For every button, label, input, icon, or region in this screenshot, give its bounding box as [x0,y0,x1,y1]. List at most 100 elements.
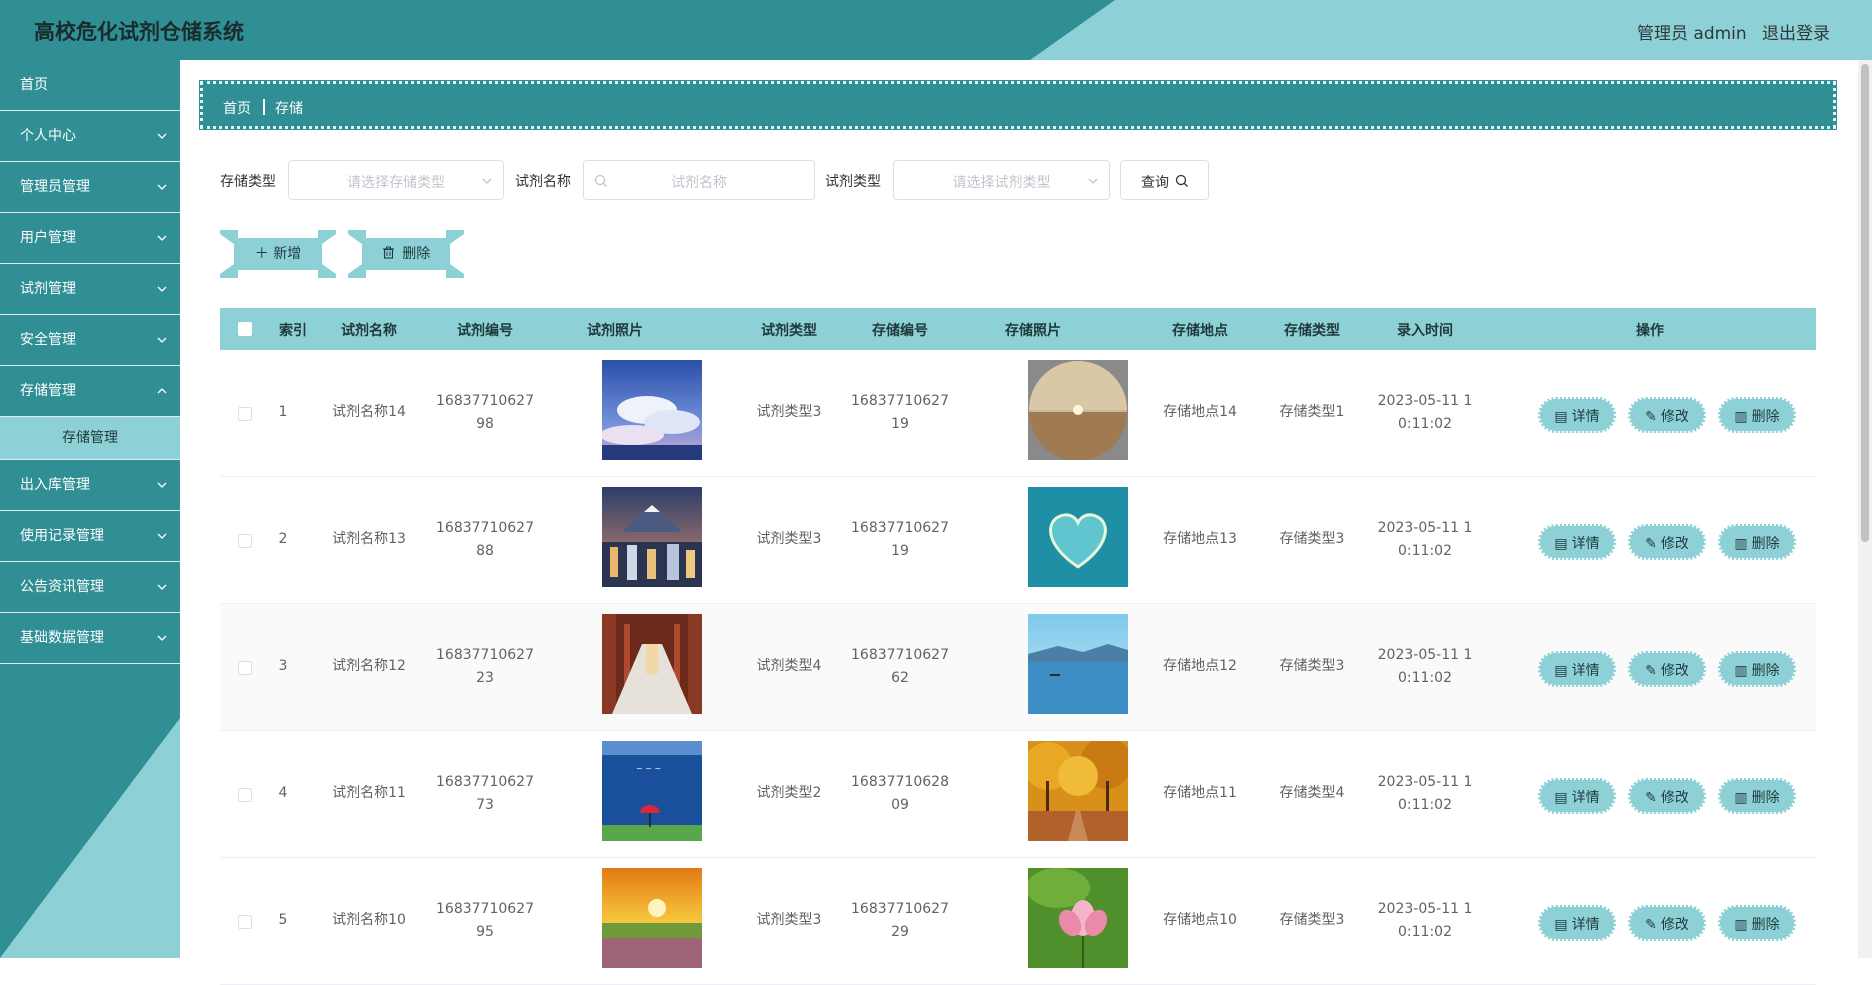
table-row: 4 试剂名称11 16837710627 73 ~ ~ ~ 试剂类型2 16837… [220,731,1816,858]
delete-button[interactable]: 删除 [348,230,464,278]
chevron-down-icon [157,635,167,641]
sidebar-item-profile[interactable]: 个人中心 [0,111,180,162]
reagent-type-select[interactable]: 请选择试剂类型 [893,160,1110,200]
edit-button[interactable]: ✎ 修改 [1627,777,1707,815]
cell-storage-type: 存储类型3 [1279,531,1345,547]
cell-location: 存储地点12 [1163,658,1237,674]
sidebar-item-admins[interactable]: 管理员管理 [0,162,180,213]
cell-reagent-type: 试剂类型3 [756,531,822,547]
row-checkbox[interactable] [238,407,252,421]
row-checkbox[interactable] [238,788,252,802]
time-line: 2023-05-11 1 [1377,647,1473,663]
cell-entry-time: 2023-05-11 1 0:11:02 [1370,390,1480,436]
header-entry-time: 录入时间 [1397,323,1453,339]
breadcrumb-home[interactable]: 首页 [223,98,251,118]
code-line: 73 [476,797,494,813]
time-line: 0:11:02 [1398,924,1452,940]
code-line: 29 [891,924,909,940]
code-line: 16837710627 [851,393,949,409]
edit-button[interactable]: ✎ 修改 [1627,904,1707,942]
code-line: 09 [891,797,909,813]
storage-type-placeholder: 请选择存储类型 [347,175,445,191]
cell-reagent-type: 试剂类型3 [756,912,822,928]
reagent-name-input[interactable]: 试剂名称 [583,160,815,200]
breadcrumb-current: 存储 [275,101,303,117]
detail-button[interactable]: ▤ 详情 [1537,904,1617,942]
reagent-type-placeholder: 请选择试剂类型 [952,175,1051,191]
detail-button[interactable]: ▤ 详情 [1537,396,1617,434]
logout-link[interactable]: 退出登录 [1762,19,1830,44]
sidebar-item-home[interactable]: 首页 [0,60,180,111]
edit-button-label: 修改 [1660,790,1689,806]
detail-button[interactable]: ▤ 详情 [1537,523,1617,561]
cell-reagent-name: 试剂名称12 [332,658,406,674]
edit-button-label: 修改 [1660,663,1689,679]
row-delete-button[interactable]: ▥ 删除 [1717,523,1797,561]
plus-icon: ＋ [254,246,269,262]
header-decoration [1030,0,1872,60]
time-line: 2023-05-11 1 [1377,774,1473,790]
trash-icon: ▥ [1734,917,1748,933]
document-icon: ▤ [1554,409,1568,425]
sidebar-item-label: 首页 [20,77,48,93]
sidebar-item-safety[interactable]: 安全管理 [0,315,180,366]
sidebar-item-label: 使用记录管理 [20,528,104,544]
cell-storage-type: 存储类型4 [1279,785,1345,801]
chevron-down-icon [157,286,167,292]
trash-icon: ▥ [1734,790,1748,806]
cell-entry-time: 2023-05-11 1 0:11:02 [1370,771,1480,817]
page-scrollbar-thumb[interactable] [1861,64,1869,542]
top-header: 高校危化试剂仓储系统 管理员 admin 退出登录 [0,0,1872,60]
blue-lake-image [1028,614,1128,714]
code-line: 16837710627 [436,647,534,663]
sidebar-item-basedata[interactable]: 基础数据管理 [0,613,180,664]
sidebar-item-users[interactable]: 用户管理 [0,213,180,264]
edit-icon: ✎ [1645,663,1657,679]
edit-button-label: 修改 [1660,536,1689,552]
sidebar-item-label: 用户管理 [20,230,76,246]
reagent-name-placeholder: 试剂名称 [671,175,727,191]
row-delete-button[interactable]: ▥ 删除 [1717,396,1797,434]
document-icon: ▤ [1554,790,1568,806]
row-delete-button[interactable]: ▥ 删除 [1717,904,1797,942]
row-checkbox[interactable] [238,661,252,675]
corridor-image [602,614,702,714]
sidebar-item-inout[interactable]: 出入库管理 [0,460,180,511]
sea-umbrella-image: ~ ~ ~ [602,741,702,841]
header-actions: 操作 [1636,323,1664,339]
row-delete-button[interactable]: ▥ 删除 [1717,650,1797,688]
select-all-checkbox[interactable] [238,322,252,336]
edit-button[interactable]: ✎ 修改 [1627,650,1707,688]
header-reagent-code: 试剂编号 [457,323,513,339]
row-checkbox[interactable] [238,915,252,929]
sidebar-item-storage[interactable]: 存储管理 [0,366,180,417]
row-delete-button[interactable]: ▥ 删除 [1717,777,1797,815]
row-checkbox[interactable] [238,534,252,548]
query-button[interactable]: 查询 [1120,160,1209,200]
detail-button[interactable]: ▤ 详情 [1537,650,1617,688]
header-storage-type: 存储类型 [1284,323,1340,339]
storage-type-select[interactable]: 请选择存储类型 [288,160,504,200]
code-line: 16837710627 [436,520,534,536]
sidebar-item-usage[interactable]: 使用记录管理 [0,511,180,562]
sidebar-item-label: 试剂管理 [20,281,76,297]
edit-button[interactable]: ✎ 修改 [1627,523,1707,561]
sidebar-item-news[interactable]: 公告资讯管理 [0,562,180,613]
cell-reagent-code: 16837710627 95 [425,898,545,944]
app-title: 高校危化试剂仓储系统 [34,20,244,44]
detail-button[interactable]: ▤ 详情 [1537,777,1617,815]
cell-entry-time: 2023-05-11 1 0:11:02 [1370,898,1480,944]
sidebar-item-reagents[interactable]: 试剂管理 [0,264,180,315]
cell-storage-type: 存储类型3 [1279,912,1345,928]
add-button[interactable]: ＋ 新增 [220,230,336,278]
cell-location: 存储地点11 [1163,785,1237,801]
cell-reagent-code: 16837710627 73 [425,771,545,817]
sidebar-subitem-storage[interactable]: 存储管理 [0,417,180,460]
table-row: 2 试剂名称13 16837710627 88 试剂类型3 16837710627… [220,477,1816,604]
cell-reagent-code: 16837710627 23 [425,644,545,690]
edit-button-label: 修改 [1660,917,1689,933]
detail-button-label: 详情 [1571,409,1600,425]
svg-text:~ ~ ~: ~ ~ ~ [636,764,661,773]
edit-button[interactable]: ✎ 修改 [1627,396,1707,434]
cell-index: 4 [278,785,288,801]
